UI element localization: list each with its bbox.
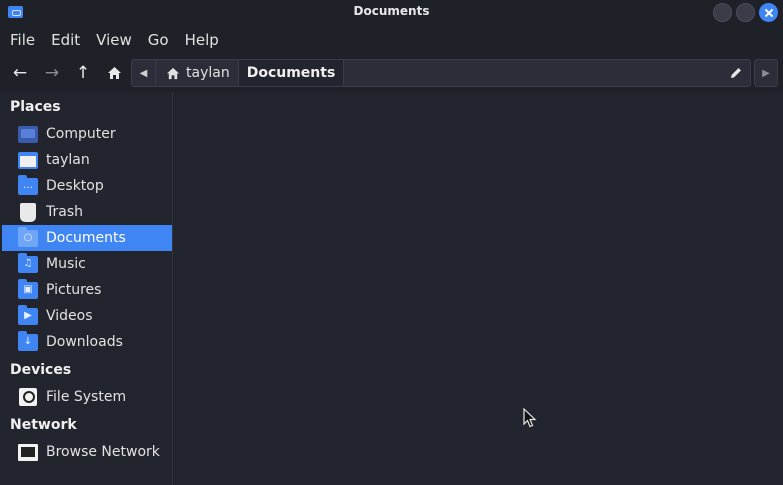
computer-icon <box>18 125 38 143</box>
sidebar-item-documents[interactable]: ○ Documents <box>2 225 172 251</box>
file-view[interactable] <box>174 92 783 485</box>
sidebar-item-label: Documents <box>46 230 126 246</box>
menu-view[interactable]: View <box>88 26 140 54</box>
sidebar: Places Computer taylan … Desktop Trash ○… <box>0 92 173 485</box>
sidebar-item-label: File System <box>46 389 127 405</box>
sidebar-item-label: Trash <box>46 204 83 220</box>
sidebar-item-label: Computer <box>46 126 116 142</box>
sidebar-item-music[interactable]: ♫ Music <box>2 251 172 277</box>
sidebar-item-label: Videos <box>46 308 93 324</box>
edit-location-button[interactable] <box>726 63 746 83</box>
sidebar-item-pictures[interactable]: ▣ Pictures <box>2 277 172 303</box>
minimize-button[interactable] <box>713 3 732 22</box>
sidebar-item-trash[interactable]: Trash <box>2 199 172 225</box>
network-icon <box>18 443 38 461</box>
network-heading: Network <box>10 417 77 433</box>
music-folder-icon: ♫ <box>18 252 38 273</box>
sidebar-item-label: Browse Network <box>46 444 160 460</box>
home-icon <box>166 67 180 79</box>
videos-folder-icon: ▶ <box>18 304 38 325</box>
sidebar-item-computer[interactable]: Computer <box>2 121 172 147</box>
breadcrumb-home-label: taylan <box>186 65 230 81</box>
chevron-right-icon: ▶ <box>762 67 770 79</box>
path-scroll-right-button[interactable]: ▶ <box>754 59 778 87</box>
home-button[interactable] <box>104 63 124 83</box>
sidebar-item-label: Desktop <box>46 178 104 194</box>
sidebar-item-file-system[interactable]: File System <box>2 384 172 410</box>
arrow-right-icon: → <box>44 63 60 83</box>
trash-icon <box>20 202 36 222</box>
sidebar-item-label: Downloads <box>46 334 123 350</box>
devices-heading: Devices <box>10 362 72 378</box>
chevron-left-icon: ◀ <box>139 67 148 79</box>
path-bar: ◀ taylan Documents <box>131 59 751 87</box>
sidebar-item-label: Music <box>46 256 86 272</box>
close-button[interactable] <box>759 3 778 22</box>
pencil-icon <box>731 68 741 78</box>
sidebar-item-downloads[interactable]: ↓ Downloads <box>2 329 172 355</box>
desktop-folder-icon: … <box>18 174 38 195</box>
sidebar-item-videos[interactable]: ▶ Videos <box>2 303 172 329</box>
sidebar-item-label: Pictures <box>46 282 102 298</box>
sidebar-item-desktop[interactable]: … Desktop <box>2 173 172 199</box>
menu-file[interactable]: File <box>2 26 43 54</box>
up-button[interactable]: ↑ <box>73 63 93 83</box>
menu-edit[interactable]: Edit <box>43 26 88 54</box>
arrow-left-icon: ← <box>12 63 28 83</box>
drive-icon <box>19 388 37 406</box>
forward-button[interactable]: → <box>42 63 62 83</box>
menu-bar: File Edit View Go Help <box>0 26 783 54</box>
sidebar-item-taylan[interactable]: taylan <box>2 147 172 173</box>
back-button[interactable]: ← <box>10 63 30 83</box>
path-scroll-left-button[interactable]: ◀ <box>132 60 156 86</box>
sidebar-item-browse-network[interactable]: Browse Network <box>2 439 172 465</box>
documents-folder-icon: ○ <box>18 226 38 247</box>
home-icon <box>107 67 121 79</box>
menu-go[interactable]: Go <box>140 26 177 54</box>
breadcrumb-home[interactable]: taylan <box>156 60 239 86</box>
sidebar-item-label: taylan <box>46 152 90 168</box>
downloads-folder-icon: ↓ <box>18 330 38 351</box>
menu-help[interactable]: Help <box>177 26 227 54</box>
window-title: Documents <box>353 4 430 18</box>
breadcrumb-current[interactable]: Documents <box>239 60 344 86</box>
pictures-folder-icon: ▣ <box>18 278 38 299</box>
maximize-button[interactable] <box>736 3 755 22</box>
arrow-up-icon: ↑ <box>75 63 91 83</box>
mouse-pointer-icon <box>523 408 537 428</box>
home-folder-icon <box>18 151 38 169</box>
title-bar: Documents <box>0 0 783 26</box>
places-heading: Places <box>10 99 61 115</box>
